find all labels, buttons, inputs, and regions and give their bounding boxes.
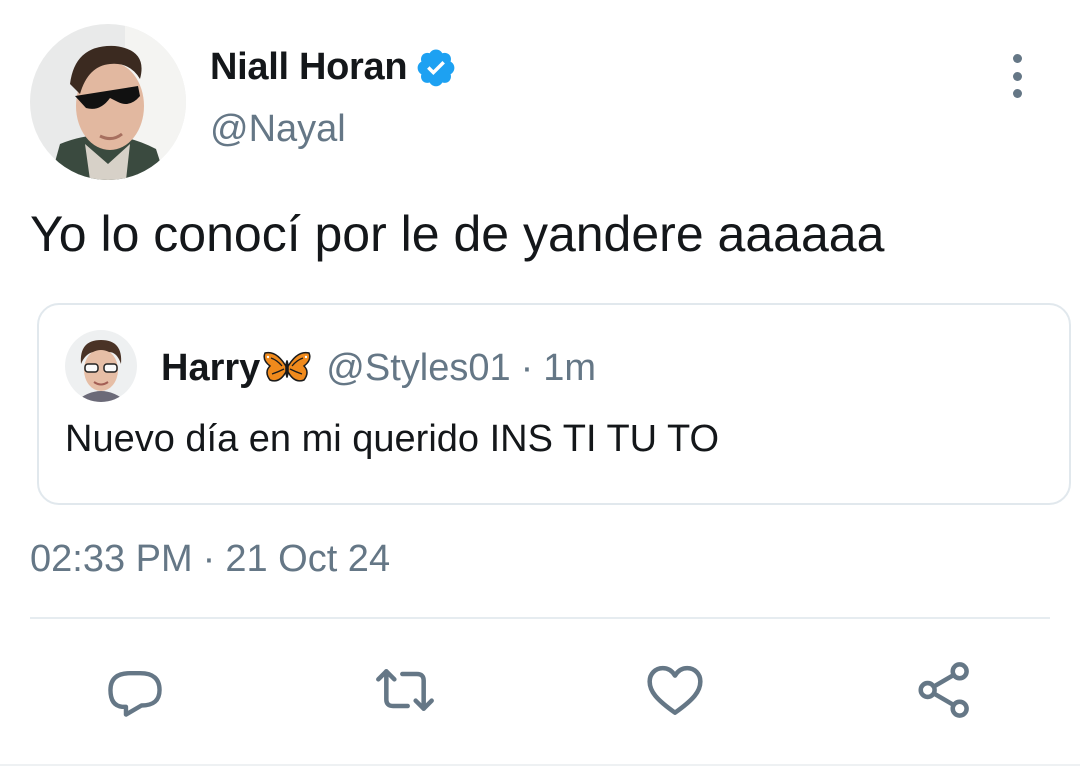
tweet-detail: Niall Horan @Nayal Yo lo conocí por le d… bbox=[0, 0, 1080, 783]
quoted-text: Nuevo día en mi querido INS TI TU TO bbox=[65, 418, 720, 460]
share-icon bbox=[918, 662, 969, 718]
bottom-divider bbox=[0, 764, 1080, 766]
butterfly-icon bbox=[263, 351, 311, 382]
quoted-author-avatar[interactable] bbox=[65, 330, 137, 402]
quoted-handle[interactable]: @Styles01 bbox=[326, 347, 510, 390]
divider bbox=[30, 617, 1050, 619]
more-vertical-icon[interactable] bbox=[1000, 54, 1034, 98]
author-name-row[interactable]: Niall Horan bbox=[210, 42, 457, 92]
quoted-tweet[interactable]: Harry @Styles01 · 1m Nuevo día en mi que… bbox=[37, 303, 1071, 505]
tweet-date: 21 Oct 24 bbox=[225, 538, 391, 580]
quoted-timestamp[interactable]: 1m bbox=[543, 347, 596, 390]
author-display-name[interactable]: Niall Horan bbox=[210, 46, 408, 89]
quoted-separator: · bbox=[520, 346, 534, 389]
reply-button[interactable] bbox=[100, 655, 170, 725]
author-avatar[interactable] bbox=[30, 24, 186, 180]
author-handle[interactable]: @Nayal bbox=[210, 108, 346, 151]
retweet-icon bbox=[376, 669, 434, 711]
share-button[interactable] bbox=[910, 655, 980, 725]
action-bar bbox=[0, 655, 1080, 725]
quoted-header: Harry @Styles01 · 1m bbox=[161, 343, 596, 393]
reply-icon bbox=[108, 671, 162, 717]
quoted-display-name[interactable]: Harry bbox=[161, 347, 260, 390]
retweet-button[interactable] bbox=[370, 655, 440, 725]
like-button[interactable] bbox=[640, 655, 710, 725]
tweet-text: Yo lo conocí por le de yandere aaaaaa bbox=[30, 206, 885, 262]
tweet-meta-separator: · bbox=[202, 538, 216, 580]
tweet-time: 02:33 PM bbox=[30, 538, 193, 580]
heart-icon bbox=[647, 665, 703, 715]
tweet-timestamp[interactable]: 02:33 PM · 21 Oct 24 bbox=[30, 538, 390, 581]
verified-badge-icon bbox=[417, 49, 455, 87]
